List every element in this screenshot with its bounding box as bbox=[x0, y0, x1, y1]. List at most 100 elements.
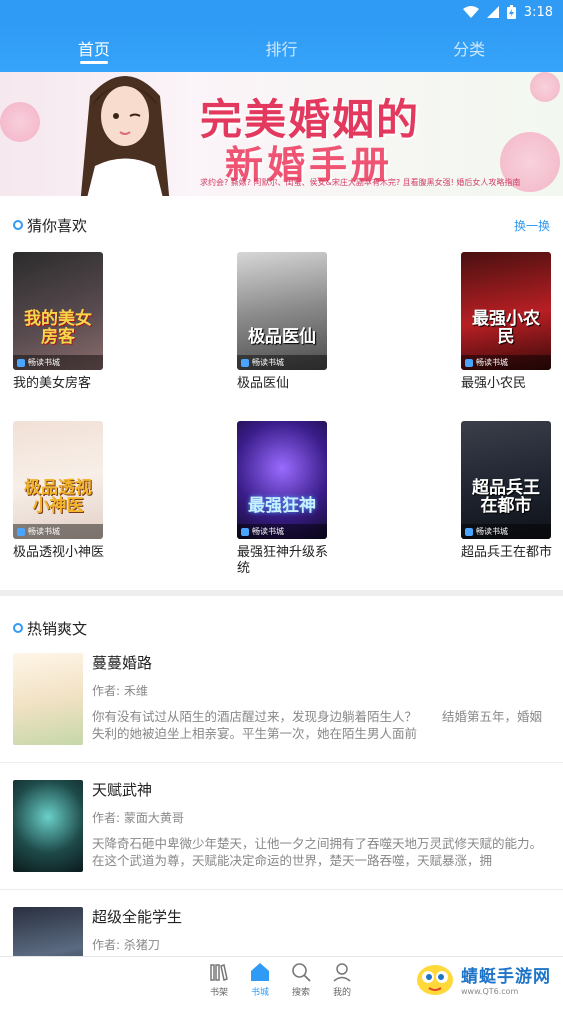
brand-icon bbox=[465, 527, 473, 536]
cover-brand: 畅读书城 bbox=[13, 355, 103, 370]
book-title: 天赋武神 bbox=[92, 781, 153, 799]
section-title: 猜你喜欢 bbox=[27, 216, 88, 235]
book-title: 最强小农民 bbox=[461, 376, 527, 391]
brand-icon bbox=[241, 358, 249, 367]
book-title: 超品兵王在都市 bbox=[461, 545, 553, 560]
book-card[interactable]: 极品透视小神医 畅读书城 极品透视小神医 bbox=[13, 421, 113, 561]
brand-label: 畅读书城 bbox=[28, 527, 60, 536]
book-cover bbox=[13, 780, 83, 872]
flower-decoration bbox=[0, 102, 40, 142]
book-title: 蔓蔓婚路 bbox=[92, 654, 153, 672]
book-description: 你有没有试过从陌生的酒店醒过来，发现身边躺着陌生人？ 结婚第五年，婚姻失利的她被… bbox=[92, 709, 543, 741]
book-card[interactable]: 极品医仙 畅读书城 极品医仙 bbox=[237, 252, 337, 392]
cover-brand: 畅读书城 bbox=[461, 524, 551, 539]
tab-ranking[interactable]: 排行 bbox=[188, 24, 376, 72]
author-prefix: 作者: bbox=[92, 684, 124, 698]
cover-title: 超品兵王在都市 bbox=[472, 478, 540, 516]
home-icon bbox=[251, 963, 269, 981]
tab-ranking-label: 排行 bbox=[265, 40, 298, 59]
cover-title: 我的美女房客 bbox=[24, 309, 92, 347]
section-title: 热销爽文 bbox=[27, 619, 88, 638]
book-card[interactable]: 最强狂神 畅读书城 最强狂神升级系统 bbox=[237, 421, 337, 577]
section-divider bbox=[0, 590, 563, 596]
wifi-icon bbox=[462, 6, 479, 18]
book-title: 极品医仙 bbox=[237, 376, 290, 391]
book-title: 极品透视小神医 bbox=[13, 545, 105, 560]
search-icon bbox=[292, 963, 311, 982]
book-cover: 最强狂神 畅读书城 bbox=[237, 421, 327, 539]
brand-label: 畅读书城 bbox=[476, 358, 508, 367]
banner-subtitle: 求约会? 撕婊? 阿默尔、闺蜜、侯女&宋庄大副本有木完? 且看腹黑女强! 婚后女… bbox=[200, 178, 521, 187]
bookshelf-icon bbox=[210, 964, 228, 981]
top-tab-bar: 首页 排行 分类 bbox=[0, 24, 563, 72]
tab-home-label: 首页 bbox=[77, 40, 110, 59]
brand-label: 畅读书城 bbox=[252, 358, 284, 367]
nav-bookshelf[interactable]: 书架 bbox=[199, 961, 239, 998]
book-cover: 极品透视小神医 畅读书城 bbox=[13, 421, 103, 539]
author-name: 禾维 bbox=[123, 684, 148, 698]
book-card[interactable]: 最强小农民 畅读书城 最强小农民 bbox=[461, 252, 561, 392]
promo-banner[interactable]: 完美婚姻的 新婚手册 求约会? 撕婊? 阿默尔、闺蜜、侯女&宋庄大副本有木完? … bbox=[0, 72, 563, 196]
brand-icon bbox=[17, 358, 25, 367]
brand-label: 畅读书城 bbox=[476, 527, 508, 536]
cover-brand: 畅读书城 bbox=[237, 355, 327, 370]
tab-category[interactable]: 分类 bbox=[375, 24, 563, 72]
author-name: 杀猪刀 bbox=[123, 938, 160, 952]
brand-icon bbox=[17, 527, 25, 536]
book-cover: 极品医仙 畅读书城 bbox=[237, 252, 327, 370]
cover-title: 最强狂神 bbox=[248, 496, 316, 516]
battery-icon bbox=[506, 5, 516, 19]
watermark-url: www.QT6.com bbox=[461, 987, 519, 996]
author-prefix: 作者: bbox=[92, 938, 124, 952]
nav-profile[interactable]: 我的 bbox=[322, 961, 362, 998]
book-title: 我的美女房客 bbox=[13, 376, 92, 391]
book-author: 作者: 杀猪刀 bbox=[92, 936, 160, 953]
dragonfly-logo-icon bbox=[417, 965, 453, 995]
cover-brand: 畅读书城 bbox=[13, 524, 103, 539]
nav-search[interactable]: 搜索 bbox=[281, 961, 321, 998]
author-prefix: 作者: bbox=[92, 811, 124, 825]
cover-title: 极品医仙 bbox=[248, 327, 316, 347]
brand-icon bbox=[465, 358, 473, 367]
cover-brand: 畅读书城 bbox=[237, 524, 327, 539]
cover-title: 极品透视小神医 bbox=[24, 478, 92, 516]
tab-home[interactable]: 首页 bbox=[0, 24, 188, 72]
list-item[interactable]: 天赋武神 作者: 蒙面大黄哥 天降奇石砸中卑微少年楚天，让他一夕之间拥有了吞噬天… bbox=[0, 765, 563, 890]
banner-illustration bbox=[80, 76, 170, 196]
profile-icon bbox=[333, 963, 351, 982]
book-cover: 最强小农民 畅读书城 bbox=[461, 252, 551, 370]
book-card[interactable]: 超品兵王在都市 畅读书城 超品兵王在都市 bbox=[461, 421, 561, 561]
brand-label: 畅读书城 bbox=[252, 527, 284, 536]
clock-time: 3:18 bbox=[523, 4, 553, 20]
brand-label: 畅读书城 bbox=[28, 358, 60, 367]
book-cover: 超品兵王在都市 畅读书城 bbox=[461, 421, 551, 539]
list-item[interactable]: 蔓蔓婚路 作者: 禾维 你有没有试过从陌生的酒店醒过来，发现身边躺着陌生人？ 结… bbox=[0, 638, 563, 763]
nav-bookstore[interactable]: 书城 bbox=[240, 961, 280, 998]
status-bar: 3:18 bbox=[0, 0, 563, 24]
watermark-name: 蜻蜓手游网 bbox=[461, 967, 551, 987]
book-author: 作者: 蒙面大黄哥 bbox=[92, 809, 184, 826]
cover-title: 最强小农民 bbox=[472, 309, 540, 347]
book-title: 最强狂神升级系统 bbox=[237, 545, 329, 576]
guess-section-header: 猜你喜欢 换一换 bbox=[0, 210, 563, 240]
cover-brand: 畅读书城 bbox=[461, 355, 551, 370]
nav-label: 我的 bbox=[332, 988, 351, 998]
refresh-button[interactable]: 换一换 bbox=[514, 217, 550, 234]
book-card[interactable]: 我的美女房客 畅读书城 我的美女房客 bbox=[13, 252, 113, 392]
watermark-text: 蜻蜓手游网 www.QT6.com bbox=[461, 962, 551, 996]
book-author: 作者: 禾维 bbox=[92, 682, 148, 699]
section-dot-icon bbox=[13, 220, 23, 230]
book-title: 超级全能学生 bbox=[92, 908, 183, 926]
tab-category-label: 分类 bbox=[453, 40, 486, 59]
flower-decoration bbox=[530, 72, 560, 102]
author-name: 蒙面大黄哥 bbox=[123, 811, 184, 825]
section-dot-icon bbox=[13, 623, 23, 633]
brand-icon bbox=[241, 527, 249, 536]
nav-label: 书架 bbox=[209, 988, 228, 998]
nav-label: 搜索 bbox=[291, 988, 310, 998]
book-description: 天降奇石砸中卑微少年楚天，让他一夕之间拥有了吞噬天地万灵武修天赋的能力。在这个武… bbox=[92, 836, 543, 868]
nav-label: 书城 bbox=[250, 988, 269, 998]
book-cover: 我的美女房客 畅读书城 bbox=[13, 252, 103, 370]
signal-icon bbox=[486, 6, 499, 18]
book-cover bbox=[13, 653, 83, 745]
